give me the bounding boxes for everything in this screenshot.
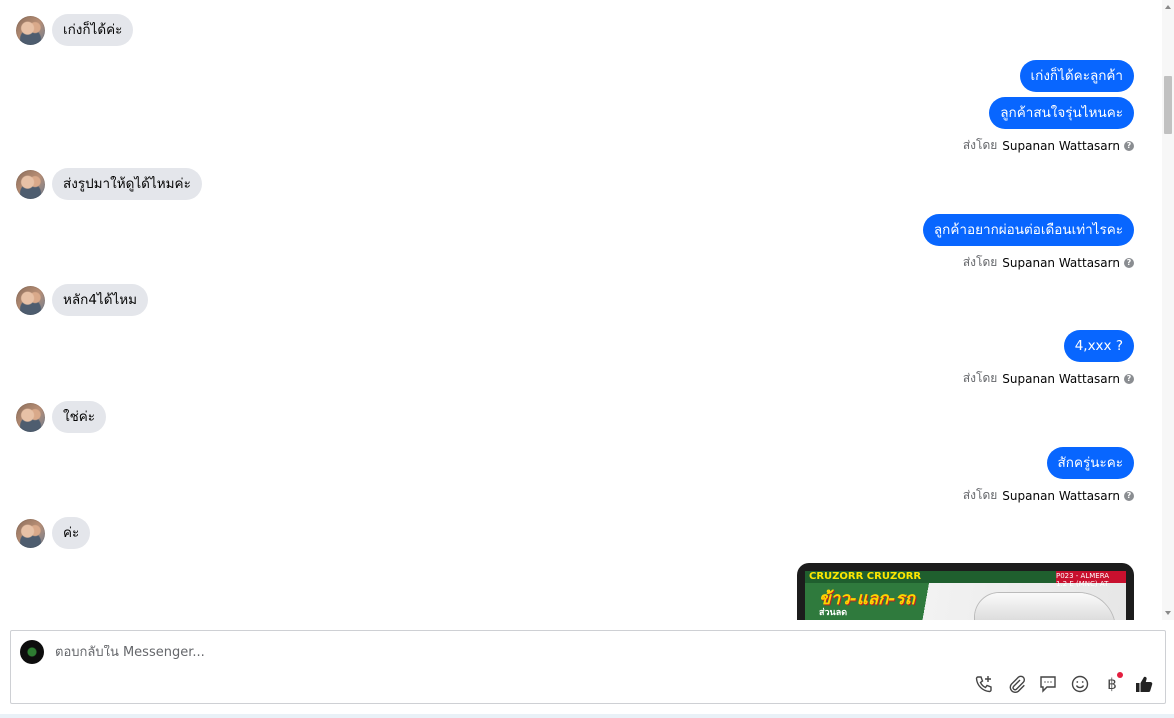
customer-avatar[interactable] <box>16 169 45 199</box>
sent-by-label: ส่งโดย Supanan Wattasarn ? <box>963 369 1134 388</box>
attach-icon[interactable] <box>1005 673 1027 695</box>
sent-by-prefix: ส่งโดย <box>962 255 998 269</box>
reply-input[interactable] <box>55 645 655 660</box>
ad-subtext: ส่วนลด <box>819 608 848 618</box>
incoming-bubble[interactable]: ใช่ค่ะ <box>52 401 107 433</box>
bottom-edge <box>0 714 1174 718</box>
incoming-message: เก่งก็ได้ค่ะ <box>16 14 134 46</box>
incoming-message: ใช่ค่ะ <box>16 401 107 433</box>
incoming-bubble[interactable]: ส่งรูปมาให้ดูได้ไหมค่ะ <box>52 168 202 200</box>
message-thread: เก่งก็ได้ค่ะ เก่งก็ได้คะลูกค้า ลูกค้าสนใ… <box>0 0 1162 620</box>
sent-by-label: ส่งโดย Supanan Wattasarn ? <box>963 486 1134 505</box>
page-avatar <box>20 640 44 664</box>
outgoing-bubble[interactable]: สักครู่นะคะ <box>1046 447 1134 479</box>
help-icon[interactable]: ? <box>1124 140 1134 151</box>
composer-toolbar: ฿ <box>963 672 1155 695</box>
reply-composer: ฿ <box>10 630 1166 704</box>
sender-name: Supanan Wattasarn <box>1002 255 1120 270</box>
emoji-icon[interactable] <box>1069 673 1091 695</box>
sent-by-label: ส่งโดย Supanan Wattasarn ? <box>963 253 1134 272</box>
customer-avatar[interactable] <box>16 518 45 548</box>
ad-image: CRUZORR CRUZORR P023 - ALMERA 1.2 E (MNC… <box>805 571 1126 620</box>
payment-icon[interactable]: ฿ <box>1101 672 1123 695</box>
help-icon[interactable]: ? <box>1124 373 1134 384</box>
help-icon[interactable]: ? <box>1124 490 1134 501</box>
customer-avatar[interactable] <box>16 15 45 45</box>
incoming-message: ส่งรูปมาให้ดูได้ไหมค่ะ <box>16 168 202 200</box>
outgoing-bubble[interactable]: 4,xxx ? <box>1063 330 1134 362</box>
image-attachment[interactable]: CRUZORR CRUZORR P023 - ALMERA 1.2 E (MNC… <box>797 563 1134 620</box>
scroll-thumb[interactable] <box>1164 76 1172 134</box>
call-add-icon[interactable] <box>973 673 995 695</box>
incoming-message: ค่ะ <box>16 517 91 549</box>
sent-by-prefix: ส่งโดย <box>962 488 998 502</box>
incoming-message: หลัก4ได้ไหม <box>16 284 149 316</box>
customer-avatar[interactable] <box>16 402 45 432</box>
sent-by-prefix: ส่งโดย <box>962 371 998 385</box>
customer-avatar[interactable] <box>16 285 45 315</box>
help-icon[interactable]: ? <box>1124 257 1134 268</box>
like-icon[interactable] <box>1133 673 1155 695</box>
scroll-up-arrow-icon[interactable] <box>1165 5 1171 9</box>
scroll-down-arrow-icon[interactable] <box>1165 611 1171 615</box>
sender-name: Supanan Wattasarn <box>1002 138 1120 153</box>
ad-model-text: P023 - ALMERA 1.2 E (MNC) AT <box>1056 572 1110 588</box>
notification-dot <box>1117 672 1123 678</box>
sender-name: Supanan Wattasarn <box>1002 371 1120 386</box>
sent-by-prefix: ส่งโดย <box>962 138 998 152</box>
incoming-bubble[interactable]: ค่ะ <box>52 517 91 549</box>
outgoing-bubble[interactable]: ลูกค้าสนใจรุ่นไหนคะ <box>989 97 1134 129</box>
sender-name: Supanan Wattasarn <box>1002 488 1120 503</box>
outgoing-bubble[interactable]: เก่งก็ได้คะลูกค้า <box>1019 60 1134 92</box>
sent-by-label: ส่งโดย Supanan Wattasarn ? <box>963 136 1134 155</box>
ad-model-strip: P023 - ALMERA 1.2 E (MNC) AT <box>1056 571 1126 588</box>
thread-scrollbar[interactable] <box>1162 0 1174 620</box>
baht-symbol: ฿ <box>1107 675 1117 693</box>
saved-reply-icon[interactable] <box>1037 673 1059 695</box>
outgoing-bubble[interactable]: ลูกค้าอยากผ่อนต่อเดือนเท่าไรคะ <box>922 214 1134 246</box>
ad-strip-text: CRUZORR CRUZORR <box>809 571 922 582</box>
incoming-bubble[interactable]: หลัก4ได้ไหม <box>52 284 149 316</box>
car-image <box>975 593 1115 620</box>
incoming-bubble[interactable]: เก่งก็ได้ค่ะ <box>52 14 134 46</box>
